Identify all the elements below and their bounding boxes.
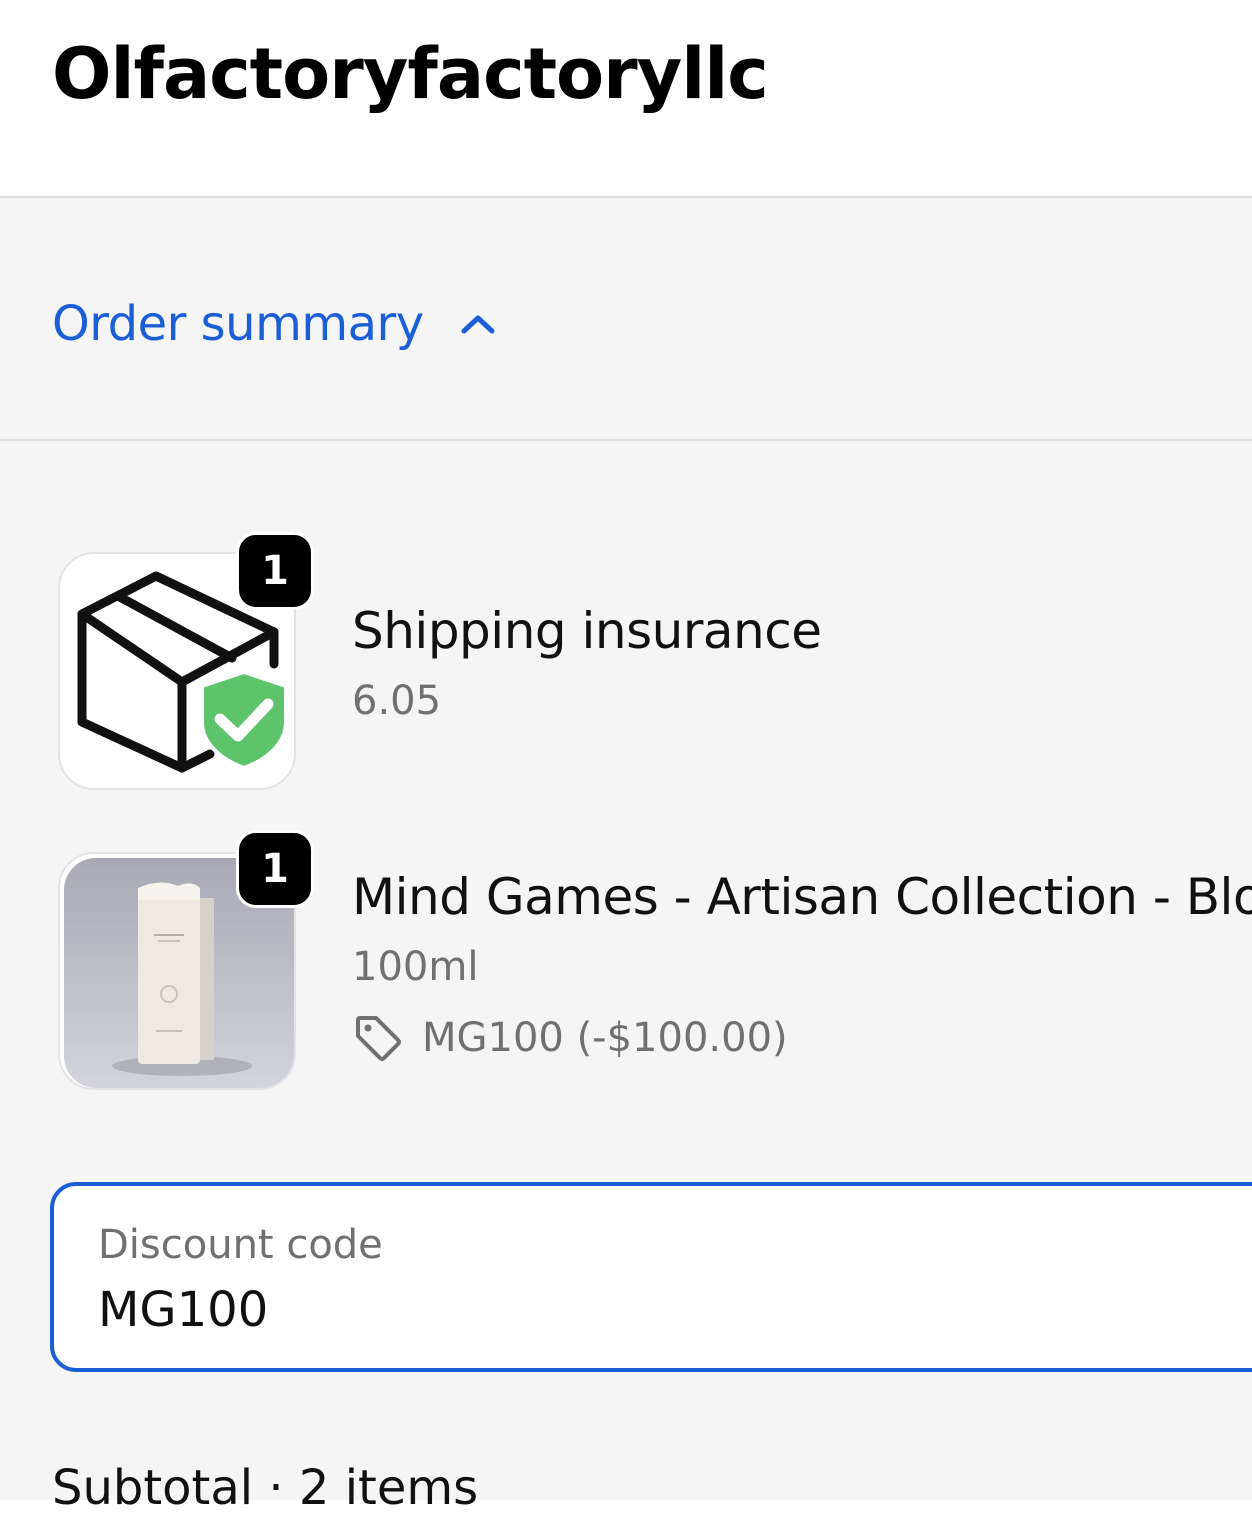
quantity-badge: 1 xyxy=(236,532,314,610)
applied-discount: MG100 (-$100.00) xyxy=(352,1012,788,1064)
discount-label: MG100 (-$100.00) xyxy=(422,1015,788,1061)
discount-code-label: Discount code xyxy=(98,1222,383,1268)
product-variant: 6.05 xyxy=(352,678,442,724)
order-summary-panel: Order summary 1 Shipping insurance 6.05 … xyxy=(0,198,1252,1516)
chevron-up-icon xyxy=(461,315,495,334)
checkout-header: Olfactoryfactoryllc xyxy=(0,0,1252,198)
tag-icon xyxy=(356,1016,401,1061)
product-variant: 100ml xyxy=(352,944,479,990)
discount-code-field[interactable]: Discount code MG100 xyxy=(50,1182,1252,1372)
discount-code-input[interactable]: MG100 xyxy=(98,1282,268,1338)
order-summary-label: Order summary xyxy=(52,296,424,352)
product-title: Shipping insurance xyxy=(352,602,822,660)
quantity-badge: 1 xyxy=(236,830,314,908)
summary-divider xyxy=(0,439,1252,441)
product-title: Mind Games - Artisan Collection - Bloc xyxy=(352,868,1252,926)
store-name[interactable]: Olfactoryfactoryllc xyxy=(52,34,769,114)
subtotal-label: Subtotal · 2 items xyxy=(52,1460,479,1516)
order-summary-toggle[interactable]: Order summary xyxy=(52,294,498,354)
